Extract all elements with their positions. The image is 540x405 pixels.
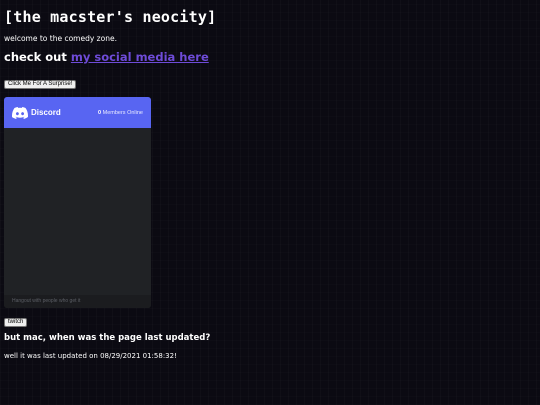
discord-member-list bbox=[4, 128, 151, 297]
surprise-button[interactable]: Click Me For A Surprise! bbox=[4, 80, 77, 89]
discord-footer: Hangout with people who get it bbox=[4, 295, 151, 308]
social-prefix: check out bbox=[4, 50, 71, 64]
last-updated-text: well it was last updated on 08/29/2021 0… bbox=[4, 352, 177, 360]
page-title: [the macster's neocity] bbox=[4, 8, 217, 26]
discord-brand-name: Discord bbox=[31, 108, 61, 117]
discord-members-label: Members Online bbox=[101, 109, 143, 116]
discord-brand[interactable]: Discord bbox=[12, 106, 61, 119]
social-heading: check out my social media here bbox=[4, 50, 209, 64]
social-media-link[interactable]: my social media here bbox=[71, 50, 209, 64]
discord-widget-header: Discord 0 Members Online bbox=[4, 97, 151, 128]
last-updated-heading: but mac, when was the page last updated? bbox=[4, 333, 211, 343]
welcome-text: welcome to the comedy zone. bbox=[4, 34, 117, 43]
twitch-button[interactable]: twitch bbox=[4, 318, 28, 327]
discord-logo-icon bbox=[12, 106, 28, 119]
discord-members-online: 0 Members Online bbox=[98, 110, 143, 116]
discord-widget: Discord 0 Members Online Hangout with pe… bbox=[4, 97, 151, 308]
